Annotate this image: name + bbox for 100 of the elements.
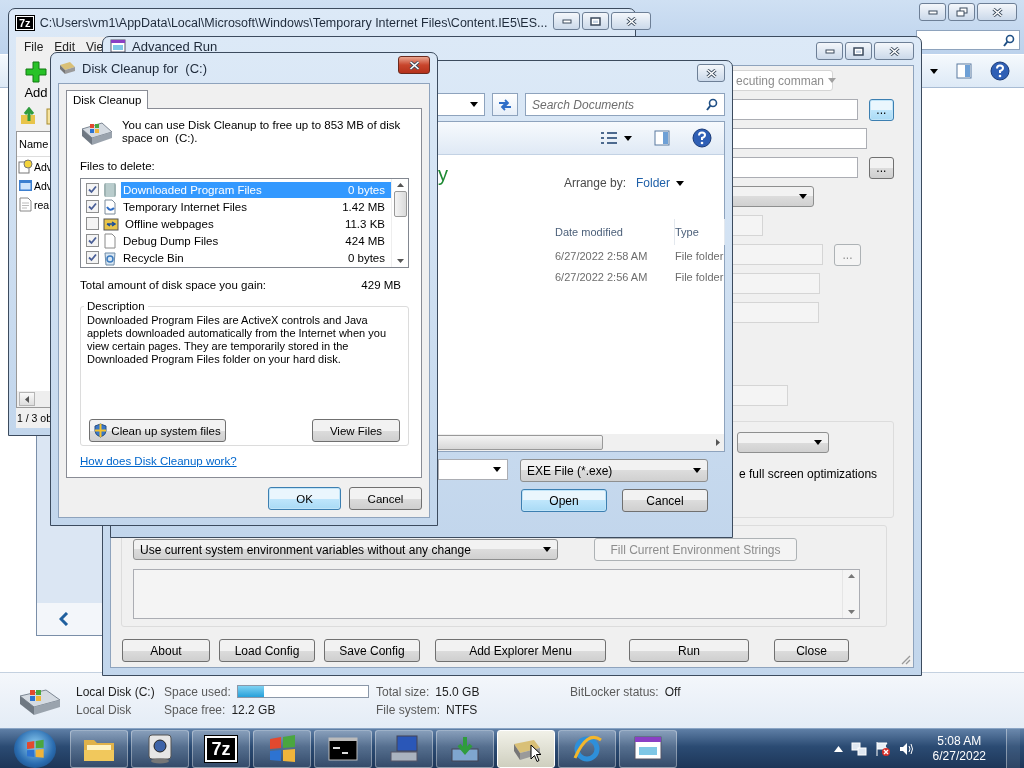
list-item[interactable]: Offline webpages 11.3 KB <box>81 215 391 232</box>
refresh-button[interactable] <box>492 93 518 116</box>
item-size: 0 bytes <box>347 183 385 196</box>
help-icon[interactable] <box>990 61 1010 81</box>
bitlocker-label: BitLocker status: <box>570 684 659 699</box>
minimize-button[interactable] <box>816 42 843 60</box>
browse-button[interactable]: ... <box>868 156 894 179</box>
tab[interactable]: Disk Cleanup <box>66 90 149 109</box>
refresh-icon <box>497 97 513 112</box>
dialog-button[interactable]: Close <box>774 639 849 662</box>
checkbox[interactable] <box>86 234 99 247</box>
terminal-icon <box>328 736 358 761</box>
item-name: Downloaded Program Files <box>123 183 262 196</box>
file-name-field[interactable] <box>438 459 508 480</box>
search-field[interactable]: Search Documents <box>525 93 725 116</box>
file-name[interactable]: rea <box>34 198 50 211</box>
scroll-down-icon[interactable] <box>847 610 855 614</box>
checkbox[interactable] <box>86 200 99 213</box>
caret-icon <box>930 68 938 74</box>
search-icon <box>1003 33 1015 47</box>
dialog-button[interactable]: Load Config <box>219 639 315 662</box>
list-item[interactable]: Temporary Internet Files 1.42 MB <box>81 198 391 215</box>
scroll-right-icon[interactable] <box>716 439 720 446</box>
minimize-button[interactable] <box>919 3 946 21</box>
close-button[interactable] <box>977 3 1017 21</box>
archive-logo: 7z <box>16 16 34 30</box>
close-button[interactable] <box>697 64 725 82</box>
item-name: Temporary Internet Files <box>123 200 247 213</box>
taskbar-button[interactable] <box>558 729 616 768</box>
taskbar-button[interactable] <box>619 729 677 768</box>
scroll-left-icon[interactable] <box>25 395 29 403</box>
menu-item[interactable]: Vie <box>86 40 104 54</box>
drive-name: Local Disk (C:) <box>76 684 156 699</box>
checkbox[interactable] <box>86 217 99 230</box>
file-type-dropdown[interactable]: EXE File (*.exe) <box>520 459 708 482</box>
taskbar-button[interactable] <box>314 729 372 768</box>
scroll-up-icon[interactable] <box>847 574 855 578</box>
minimize-icon <box>927 9 938 15</box>
close-button[interactable] <box>874 42 914 60</box>
column-header[interactable]: Type <box>675 219 725 245</box>
download-icon <box>450 734 480 763</box>
list-view-icon[interactable] <box>600 131 618 145</box>
taskbar-button[interactable] <box>253 729 311 768</box>
view-files-button[interactable]: View Files <box>312 419 400 442</box>
item-name: Offline webpages <box>125 217 214 230</box>
network-icon[interactable] <box>850 740 867 757</box>
restore-button[interactable] <box>948 3 975 21</box>
preview-pane-icon[interactable] <box>654 130 670 146</box>
preview-pane-icon[interactable] <box>956 63 972 79</box>
start-button[interactable] <box>14 729 56 768</box>
help-icon[interactable] <box>692 128 712 148</box>
help-link[interactable]: How does Disk Cleanup work? <box>80 455 237 467</box>
dialog-button[interactable]: Add Explorer Menu <box>435 639 606 662</box>
menu-item[interactable]: Edit <box>54 40 76 54</box>
dialog-button[interactable]: OK <box>268 487 341 510</box>
up-arrow-folder-icon[interactable] <box>20 107 38 125</box>
maximize-button[interactable] <box>582 12 610 30</box>
taskbar-button[interactable] <box>497 729 555 768</box>
scrollbar[interactable] <box>391 179 408 267</box>
caret-icon <box>828 78 837 83</box>
scroll-up-icon[interactable] <box>396 183 404 187</box>
type-cell-text: File folder <box>675 248 725 264</box>
taskbar-button[interactable] <box>70 729 128 768</box>
dialog-button[interactable]: Run <box>629 639 749 662</box>
list-item[interactable]: Recycle Bin 0 bytes <box>81 249 391 266</box>
item-name: Debug Dump Files <box>123 234 219 247</box>
checkbox[interactable] <box>86 251 99 264</box>
clean-up-system-files-button[interactable]: Clean up system files <box>89 419 226 442</box>
dialog-button[interactable]: Open <box>521 489 607 512</box>
option-label[interactable]: e full screen optimizations <box>737 467 893 481</box>
scroll-down-icon[interactable] <box>396 259 404 263</box>
library-title: y <box>438 163 448 187</box>
resize-grip-icon[interactable] <box>899 653 911 665</box>
checkbox[interactable] <box>86 183 99 196</box>
flag-icon[interactable] <box>874 740 891 757</box>
dialog-button[interactable]: Save Config <box>324 639 420 662</box>
minimize-button[interactable] <box>553 12 581 30</box>
taskbar-button[interactable]: 7z <box>192 729 250 768</box>
search-field[interactable] <box>916 30 1020 50</box>
browse-button[interactable]: ... <box>868 98 894 121</box>
menu-item[interactable]: File <box>24 40 44 54</box>
clock-date[interactable]: 6/27/2022 <box>932 748 986 764</box>
bitlocker-value: Off <box>664 684 681 699</box>
maximize-button[interactable] <box>845 42 872 60</box>
column-header[interactable]: Date modified <box>555 219 675 245</box>
chevron-left-icon[interactable] <box>59 612 69 626</box>
scroll-thumb[interactable] <box>393 191 407 217</box>
dialog-button[interactable]: Cancel <box>622 489 708 512</box>
dialog-button[interactable]: About <box>122 639 210 662</box>
taskbar-button[interactable] <box>131 729 189 768</box>
list-item[interactable]: Debug Dump Files 424 MB <box>81 232 391 249</box>
dialog-button[interactable]: Cancel <box>349 487 422 510</box>
show-desktop-button[interactable] <box>1006 729 1020 768</box>
show-hidden-icons-icon[interactable] <box>833 745 843 752</box>
arrange-dropdown[interactable]: Folder <box>636 176 684 190</box>
close-button[interactable] <box>398 56 430 74</box>
environment-dropdown[interactable]: Use current system environment variables without any change <box>133 539 558 560</box>
close-button[interactable] <box>611 12 652 30</box>
clock-time[interactable]: 5:08 AM <box>937 733 982 749</box>
archive-logo: 7z <box>205 735 237 762</box>
